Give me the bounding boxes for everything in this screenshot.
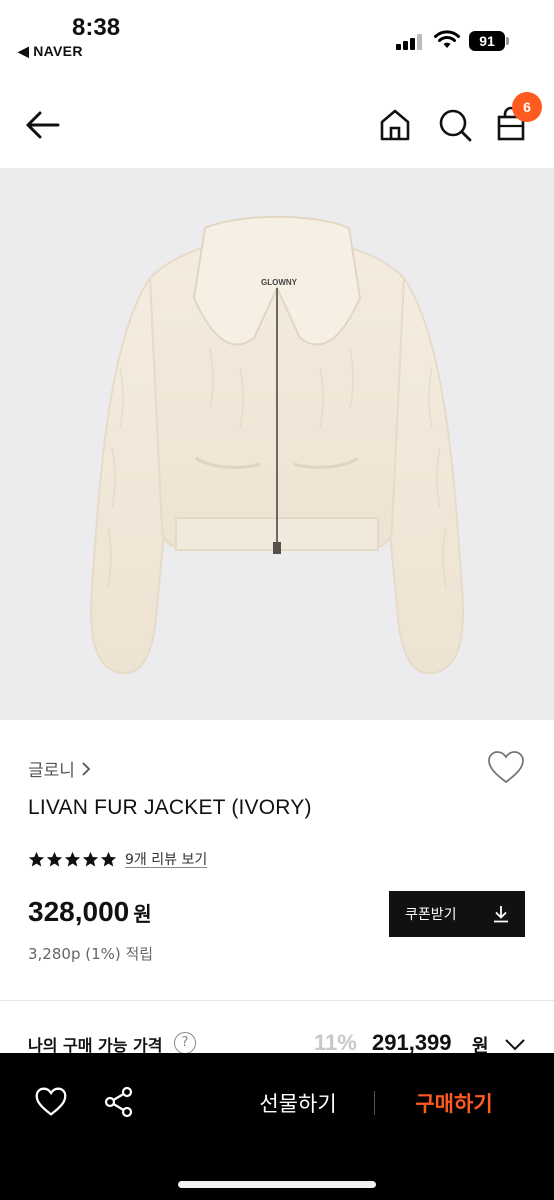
product-price: 328,000 xyxy=(28,896,130,927)
cart-count-badge: 6 xyxy=(512,92,542,122)
status-bar: 8:38 ◀ NAVER 91 xyxy=(0,0,554,70)
brand-link[interactable]: 글로니 xyxy=(28,756,91,781)
chevron-right-icon xyxy=(82,761,91,776)
price-currency: 원 xyxy=(133,902,152,926)
rating-row: 9개 리뷰 보기 xyxy=(28,849,207,869)
top-nav-bar: 6 xyxy=(0,80,554,168)
star-icon xyxy=(100,851,117,866)
home-button[interactable] xyxy=(374,104,416,146)
fur-jacket-illustration xyxy=(89,215,465,675)
jacket-brand-tag: GLOWNY xyxy=(261,278,297,287)
get-coupon-button[interactable]: 쿠폰받기 xyxy=(389,891,525,937)
download-icon xyxy=(494,906,508,923)
search-button[interactable] xyxy=(434,104,476,146)
bottom-wishlist-button[interactable] xyxy=(32,1083,70,1121)
star-icon xyxy=(64,851,81,866)
cellular-signal-icon xyxy=(396,34,422,50)
gift-button[interactable]: 선물하기 xyxy=(240,1083,356,1123)
buy-button[interactable]: 구매하기 xyxy=(398,1083,510,1123)
share-icon xyxy=(104,1086,133,1118)
coupon-label: 쿠폰받기 xyxy=(405,907,457,923)
battery-icon: 91 xyxy=(469,31,505,51)
brand-name: 글로니 xyxy=(28,761,75,781)
help-icon[interactable]: ? xyxy=(174,1032,196,1054)
arrow-left-icon xyxy=(26,111,60,139)
home-indicator[interactable] xyxy=(178,1181,376,1188)
wifi-icon xyxy=(434,30,460,48)
battery-tip xyxy=(506,37,509,45)
search-icon xyxy=(439,109,472,142)
heart-icon xyxy=(488,751,524,784)
bottom-action-bar: 선물하기 구매하기 xyxy=(0,1053,554,1200)
back-to-app-link[interactable]: ◀ NAVER xyxy=(18,43,83,60)
product-name: LIVAN FUR JACKET (IVORY) xyxy=(28,796,312,819)
star-icon xyxy=(28,851,45,866)
wishlist-button[interactable] xyxy=(486,748,526,788)
star-icon xyxy=(46,851,63,866)
star-icon xyxy=(82,851,99,866)
share-button[interactable] xyxy=(100,1083,138,1121)
rating-stars xyxy=(28,851,117,868)
section-divider xyxy=(0,1000,554,1001)
reward-points: 3,280p (1%) 적립 xyxy=(28,945,154,963)
product-image[interactable]: GLOWNY xyxy=(0,168,554,720)
back-button[interactable] xyxy=(22,104,64,146)
heart-icon xyxy=(35,1087,67,1116)
button-separator xyxy=(374,1091,375,1115)
home-icon xyxy=(380,109,410,141)
status-time: 8:38 xyxy=(72,14,121,41)
view-reviews-link[interactable]: 9개 리뷰 보기 xyxy=(125,849,207,869)
price-row: 328,000 원 xyxy=(28,896,152,928)
